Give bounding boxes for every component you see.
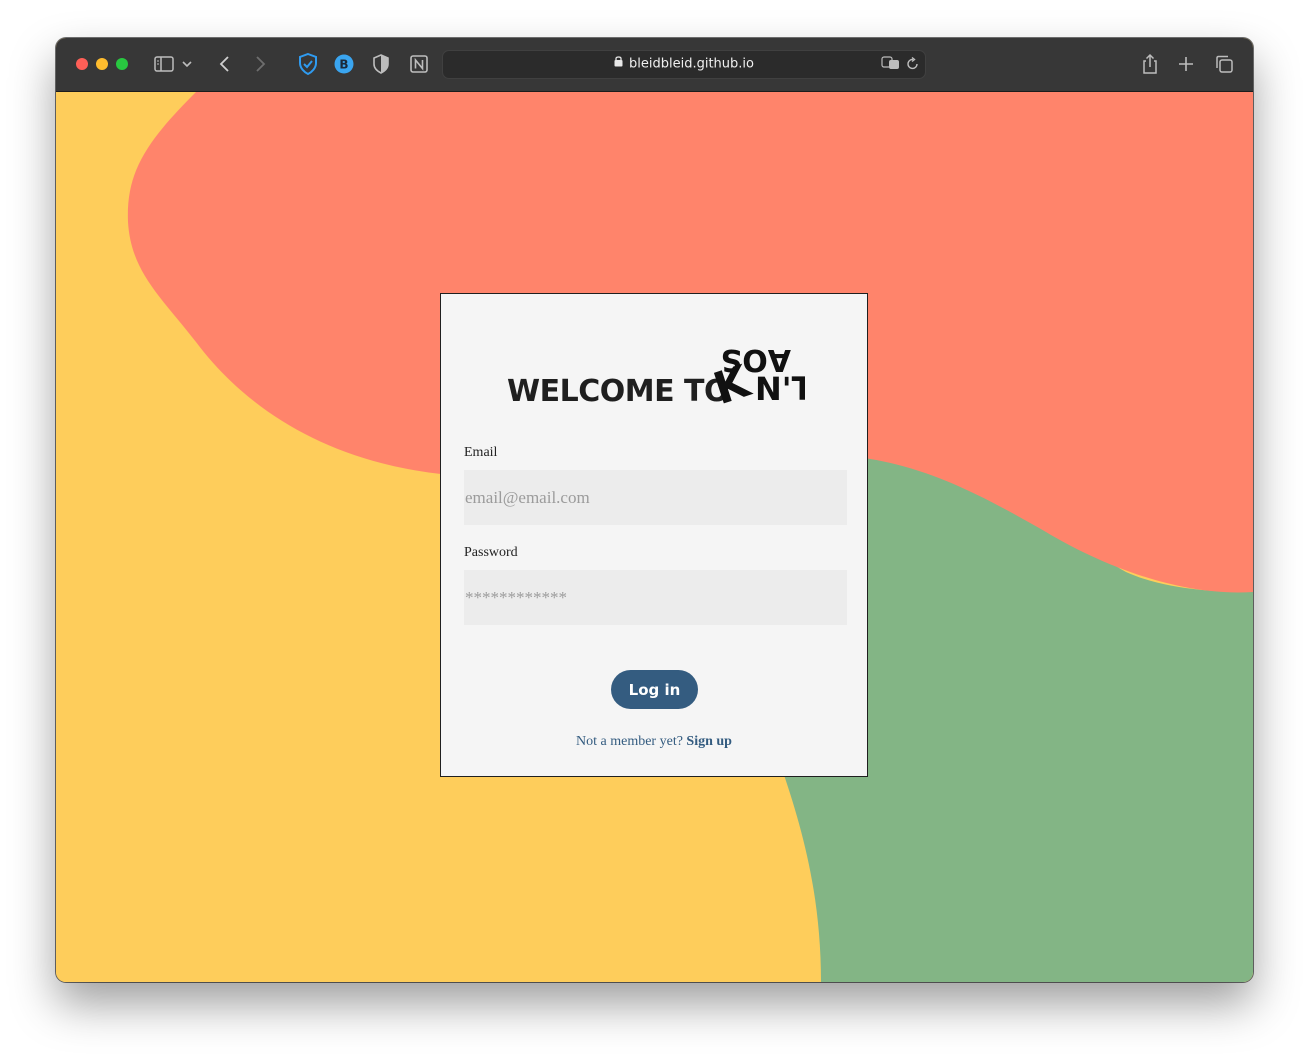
email-label: Email	[464, 445, 498, 460]
ext-b-label: B	[339, 58, 348, 72]
address-text: bleidbleid.github.io	[443, 56, 925, 72]
password-label: Password	[464, 545, 518, 560]
signup-prompt: Not a member yet?	[576, 734, 683, 749]
close-window-button[interactable]	[76, 58, 88, 70]
kaos-logo: K AOS N'T	[713, 342, 805, 404]
sidebar-icon[interactable]	[152, 52, 176, 76]
password-input[interactable]	[464, 570, 847, 625]
signup-link[interactable]: Sign up	[686, 734, 732, 749]
chevron-down-icon[interactable]	[180, 52, 194, 76]
plus-icon[interactable]	[1174, 52, 1198, 76]
tabs-overview-icon[interactable]	[1212, 52, 1236, 76]
reload-icon[interactable]	[907, 56, 919, 75]
page-content: WELCOME TO K AOS N'T Email Password Log …	[56, 92, 1253, 982]
share-icon[interactable]	[1138, 52, 1162, 76]
signup-prompt-line: Not a member yet? Sign up	[441, 734, 867, 750]
url-label: bleidbleid.github.io	[629, 56, 754, 72]
minimize-window-button[interactable]	[96, 58, 108, 70]
chevron-left-icon[interactable]	[213, 52, 237, 76]
address-bar[interactable]: bleidbleid.github.io	[442, 50, 926, 79]
svg-text:N'T: N'T	[755, 370, 805, 404]
chevron-right-icon[interactable]	[248, 52, 272, 76]
zoom-window-button[interactable]	[116, 58, 128, 70]
login-card: WELCOME TO K AOS N'T Email Password Log …	[440, 293, 868, 777]
shield-check-icon[interactable]	[296, 52, 320, 76]
b-circle-icon[interactable]: B	[332, 52, 356, 76]
browser-toolbar: B bleidbleid.github.io	[56, 38, 1253, 92]
translate-icon[interactable]	[881, 56, 901, 75]
browser-window: B bleidbleid.github.io WELCOME TO K AOS …	[56, 38, 1253, 982]
half-shield-icon[interactable]	[369, 52, 393, 76]
welcome-heading: WELCOME TO	[507, 374, 729, 409]
lock-icon	[614, 55, 623, 71]
notion-icon[interactable]	[407, 52, 431, 76]
login-button[interactable]: Log in	[611, 670, 698, 709]
email-input[interactable]	[464, 470, 847, 525]
